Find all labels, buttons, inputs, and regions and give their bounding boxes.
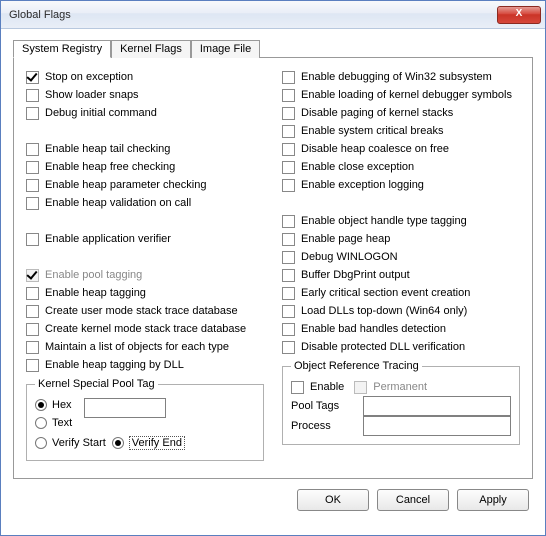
chk-debug-initial[interactable]: Debug initial command [26, 104, 264, 122]
chk-load-dlls[interactable]: Load DLLs top-down (Win64 only) [282, 302, 520, 320]
checkbox-icon [282, 125, 295, 138]
tab-kernel-flags[interactable]: Kernel Flags [111, 40, 191, 58]
cancel-button[interactable]: Cancel [377, 489, 449, 511]
radio-verify-start[interactable]: Verify Start [35, 434, 106, 452]
chk-obj-handle[interactable]: Enable object handle type tagging [282, 212, 520, 230]
chk-early-crit[interactable]: Early critical section event creation [282, 284, 520, 302]
checkbox-icon [26, 71, 39, 84]
checkbox-icon [282, 341, 295, 354]
pool-tag-input[interactable] [84, 398, 166, 418]
chk-heap-tagging[interactable]: Enable heap tagging [26, 284, 264, 302]
checkbox-icon [282, 233, 295, 246]
chk-heap-tag-dll[interactable]: Enable heap tagging by DLL [26, 356, 264, 374]
object-ref-legend: Object Reference Tracing [291, 360, 422, 372]
chk-sys-crit[interactable]: Enable system critical breaks [282, 122, 520, 140]
chk-obj-enable[interactable]: Enable [291, 378, 344, 396]
chk-heap-free[interactable]: Enable heap free checking [26, 158, 264, 176]
checkbox-icon [26, 233, 39, 246]
process-input[interactable] [363, 416, 511, 436]
radio-icon [112, 437, 124, 449]
ok-button[interactable]: OK [297, 489, 369, 511]
chk-bad-handles[interactable]: Enable bad handles detection [282, 320, 520, 338]
checkbox-icon [291, 381, 304, 394]
checkbox-icon [26, 107, 39, 120]
pool-tags-input[interactable] [363, 396, 511, 416]
checkbox-icon [26, 161, 39, 174]
chk-obj-permanent: Permanent [354, 378, 427, 396]
tab-image-file[interactable]: Image File [191, 40, 260, 58]
checkbox-icon [282, 161, 295, 174]
chk-user-stack[interactable]: Create user mode stack trace database [26, 302, 264, 320]
chk-stop-exception[interactable]: Stop on exception [26, 68, 264, 86]
checkbox-icon [354, 381, 367, 394]
checkbox-icon [282, 179, 295, 192]
chk-disable-coalesce[interactable]: Disable heap coalesce on free [282, 140, 520, 158]
window-title: Global Flags [9, 9, 497, 21]
chk-page-heap[interactable]: Enable page heap [282, 230, 520, 248]
radio-icon [35, 399, 47, 411]
chk-show-loader[interactable]: Show loader snaps [26, 86, 264, 104]
checkbox-icon [282, 89, 295, 102]
close-button[interactable]: X [497, 6, 541, 24]
tab-system-registry[interactable]: System Registry [13, 40, 111, 58]
checkbox-icon [26, 359, 39, 372]
checkbox-icon [282, 71, 295, 84]
chk-heap-tail[interactable]: Enable heap tail checking [26, 140, 264, 158]
titlebar: Global Flags X [1, 1, 545, 29]
checkbox-icon [282, 269, 295, 282]
checkbox-icon [26, 197, 39, 210]
checkbox-icon [26, 143, 39, 156]
radio-icon [35, 437, 47, 449]
chk-debug-winlogon[interactable]: Debug WINLOGON [282, 248, 520, 266]
radio-hex[interactable]: Hex [35, 396, 72, 414]
checkbox-icon [282, 143, 295, 156]
checkbox-icon [26, 89, 39, 102]
chk-disable-paging[interactable]: Disable paging of kernel stacks [282, 104, 520, 122]
tab-panel: Stop on exception Show loader snaps Debu… [13, 57, 533, 479]
chk-disable-prot-dll[interactable]: Disable protected DLL verification [282, 338, 520, 356]
checkbox-icon [26, 179, 39, 192]
apply-button[interactable]: Apply [457, 489, 529, 511]
button-row: OK Cancel Apply [13, 479, 533, 511]
checkbox-icon [26, 341, 39, 354]
chk-kernel-stack[interactable]: Create kernel mode stack trace database [26, 320, 264, 338]
kernel-pool-legend: Kernel Special Pool Tag [35, 378, 158, 390]
chk-exc-logging[interactable]: Enable exception logging [282, 176, 520, 194]
checkbox-icon [282, 287, 295, 300]
checkbox-icon [26, 269, 39, 282]
radio-icon [35, 417, 47, 429]
chk-buffer-dbgprint[interactable]: Buffer DbgPrint output [282, 266, 520, 284]
kernel-pool-group: Kernel Special Pool Tag Hex Text Verify … [26, 378, 264, 461]
process-label: Process [291, 420, 359, 432]
chk-app-verifier[interactable]: Enable application verifier [26, 230, 264, 248]
checkbox-icon [282, 107, 295, 120]
checkbox-icon [26, 323, 39, 336]
chk-pool-tagging: Enable pool tagging [26, 266, 264, 284]
chk-heap-valid[interactable]: Enable heap validation on call [26, 194, 264, 212]
radio-verify-end[interactable]: Verify End [112, 434, 185, 452]
checkbox-icon [282, 215, 295, 228]
tab-strip: System Registry Kernel Flags Image File [13, 40, 533, 58]
object-ref-group: Object Reference Tracing Enable Permanen… [282, 360, 520, 445]
right-column: Enable debugging of Win32 subsystem Enab… [282, 68, 520, 461]
left-column: Stop on exception Show loader snaps Debu… [26, 68, 264, 461]
chk-heap-param[interactable]: Enable heap parameter checking [26, 176, 264, 194]
checkbox-icon [282, 323, 295, 336]
chk-debug-win32[interactable]: Enable debugging of Win32 subsystem [282, 68, 520, 86]
checkbox-icon [282, 305, 295, 318]
chk-maintain-list[interactable]: Maintain a list of objects for each type [26, 338, 264, 356]
chk-load-dbg-sym[interactable]: Enable loading of kernel debugger symbol… [282, 86, 520, 104]
chk-close-exc[interactable]: Enable close exception [282, 158, 520, 176]
checkbox-icon [26, 305, 39, 318]
checkbox-icon [282, 251, 295, 264]
pool-tags-label: Pool Tags [291, 400, 359, 412]
checkbox-icon [26, 287, 39, 300]
radio-text[interactable]: Text [35, 414, 72, 432]
